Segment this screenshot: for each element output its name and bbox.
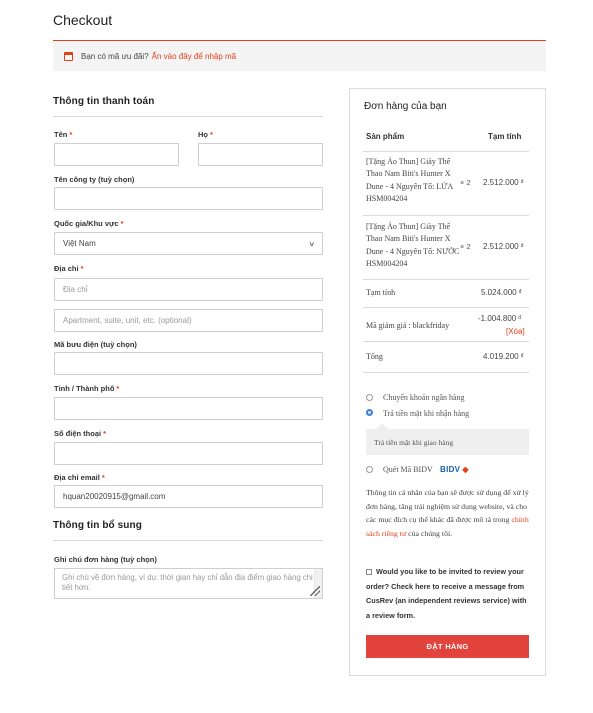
- order-title: Đơn hàng của bạn: [364, 101, 447, 112]
- total-label: Tổng: [366, 352, 383, 361]
- phone-input[interactable]: [54, 442, 323, 465]
- phone-label: Số điện thoại *: [54, 429, 107, 438]
- subtotal-value: 5.024.000 đ: [481, 288, 522, 297]
- additional-title: Thông tin bổ sung: [53, 520, 142, 531]
- total-value: 4.019.200 đ: [483, 352, 524, 361]
- order-item-price: 2.512.000 đ: [483, 242, 524, 251]
- bank-transfer-label[interactable]: Chuyển khoản ngân hàng: [383, 393, 465, 402]
- discount-value: -1.004.800 đ: [478, 314, 522, 323]
- company-label: Tên công ty (tuỳ chọn): [54, 175, 135, 184]
- city-label: Tỉnh / Thành phố *: [54, 384, 120, 393]
- country-value: Việt Nam: [63, 239, 96, 248]
- city-input[interactable]: [54, 397, 323, 420]
- postcode-input[interactable]: [54, 352, 323, 375]
- last-name-label: Họ *: [198, 130, 213, 139]
- subtotal-label: Tạm tính: [366, 288, 396, 297]
- company-input[interactable]: [54, 187, 323, 210]
- order-item-qty: × 2: [460, 242, 471, 251]
- coupon-link[interactable]: Ấn vào đây để nhập mã: [152, 52, 237, 61]
- billing-divider: [53, 116, 323, 117]
- order-divider: [363, 372, 529, 373]
- order-divider: [363, 279, 529, 280]
- order-item-name: [Tặng Áo Thun] Giày Thể Thao Nam Biti's …: [366, 222, 460, 268]
- bidv-logo: BIDV ◆: [440, 465, 469, 474]
- col-subtotal: Tạm tính: [488, 132, 522, 141]
- review-opt-in-text: Would you like to be invited to review y…: [366, 567, 527, 620]
- radio-cod[interactable]: [366, 409, 373, 416]
- cod-description: Trả tiền mặt khi giao hàng: [366, 423, 529, 455]
- place-order-button[interactable]: ĐẶT HÀNG: [366, 635, 529, 658]
- order-notes-textarea[interactable]: Ghi chú về đơn hàng, ví dụ: thời gian ha…: [54, 568, 323, 599]
- order-item-price: 2.512.000 đ: [483, 178, 524, 187]
- cod-label[interactable]: Trả tiền mặt khi nhận hàng: [383, 409, 469, 418]
- address-label: Địa chỉ *: [54, 264, 84, 273]
- country-select[interactable]: Việt Nam ∨: [54, 232, 323, 255]
- chevron-down-icon: ∨: [308, 240, 315, 248]
- coupon-text: Bạn có mã ưu đãi?: [81, 51, 149, 61]
- order-divider: [363, 151, 529, 152]
- order-divider: [363, 215, 529, 216]
- radio-bidv[interactable]: [366, 466, 373, 473]
- country-label: Quốc gia/Khu vực *: [54, 219, 124, 228]
- coupon-notice: Bạn có mã ưu đãi? Ấn vào đây để nhập mã: [53, 40, 546, 71]
- last-name-input[interactable]: [198, 143, 323, 166]
- remove-coupon-link[interactable]: [Xóa]: [506, 327, 525, 336]
- discount-label: Mã giảm giá : blackfriday: [366, 321, 450, 330]
- first-name-input[interactable]: [54, 143, 179, 166]
- address-input[interactable]: Địa chỉ: [54, 278, 323, 301]
- calendar-icon: [64, 51, 73, 61]
- email-input[interactable]: hquan20020915@gmail.com: [54, 485, 323, 508]
- order-item-name: [Tặng Áo Thun] Giày Thể Thao Nam Biti's …: [366, 157, 453, 203]
- resize-grip-icon[interactable]: [310, 586, 320, 596]
- radio-bank-transfer[interactable]: [366, 394, 373, 401]
- order-notes-placeholder: Ghi chú về đơn hàng, ví dụ: thời gian ha…: [62, 573, 313, 592]
- first-name-label: Tên *: [54, 130, 73, 139]
- billing-title: Thông tin thanh toán: [53, 96, 155, 107]
- order-divider: [363, 341, 529, 342]
- address2-input[interactable]: Apartment, suite, unit, etc. (optional): [54, 309, 323, 332]
- col-product: Sản phẩm: [366, 132, 405, 141]
- additional-divider: [53, 540, 323, 541]
- order-divider: [363, 307, 529, 308]
- privacy-notice: Thông tin cá nhân của bạn sẽ được sử dụn…: [366, 488, 529, 538]
- postcode-label: Mã bưu điện (tuỳ chọn): [54, 340, 137, 349]
- page-title: Checkout: [53, 12, 113, 28]
- order-item-qty: × 2: [460, 178, 471, 187]
- order-notes-label: Ghi chú đơn hàng (tuỳ chọn): [54, 555, 157, 564]
- bidv-label[interactable]: Quét Mã BIDV: [383, 465, 433, 474]
- email-label: Địa chỉ email *: [54, 473, 105, 482]
